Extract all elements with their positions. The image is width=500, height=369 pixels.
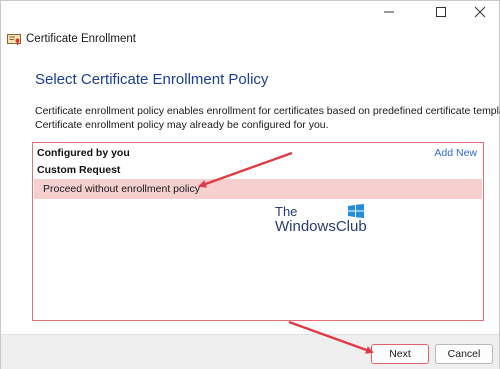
next-button[interactable]: Next [371, 344, 429, 364]
configured-by-you-header: Configured by you [37, 147, 130, 159]
custom-request-label: Custom Request [37, 164, 121, 176]
maximize-icon [435, 5, 447, 23]
description-line-2: Certificate enrollment policy may alread… [35, 119, 329, 131]
add-new-link[interactable]: Add New [434, 147, 477, 159]
watermark-line-2: WindowsClub [275, 218, 367, 235]
page-heading: Select Certificate Enrollment Policy [35, 71, 269, 88]
maximize-button[interactable] [419, 1, 463, 27]
description-line-1: Certificate enrollment policy enables en… [35, 105, 500, 117]
certificate-icon [7, 33, 21, 46]
minimize-button[interactable] [367, 1, 411, 27]
close-button[interactable] [459, 1, 500, 27]
watermark-logo: The WindowsClub [275, 204, 370, 236]
window-title: Certificate Enrollment [26, 33, 136, 45]
page-description: Certificate enrollment policy enables en… [35, 104, 500, 132]
windows-logo-icon [348, 204, 364, 218]
minimize-icon [383, 5, 395, 23]
cancel-button[interactable]: Cancel [435, 344, 493, 364]
close-icon [474, 5, 486, 23]
enrollment-policy-list: Configured by you Add New Custom Request… [32, 142, 484, 321]
watermark-line-1: The [275, 204, 298, 219]
dialog-footer: Next Cancel [1, 334, 499, 369]
certificate-enrollment-window: Certificate Enrollment Select Certificat… [0, 0, 500, 369]
proceed-without-policy-label: Proceed without enrollment policy [43, 183, 200, 195]
proceed-without-policy-item[interactable]: Proceed without enrollment policy [34, 179, 482, 199]
